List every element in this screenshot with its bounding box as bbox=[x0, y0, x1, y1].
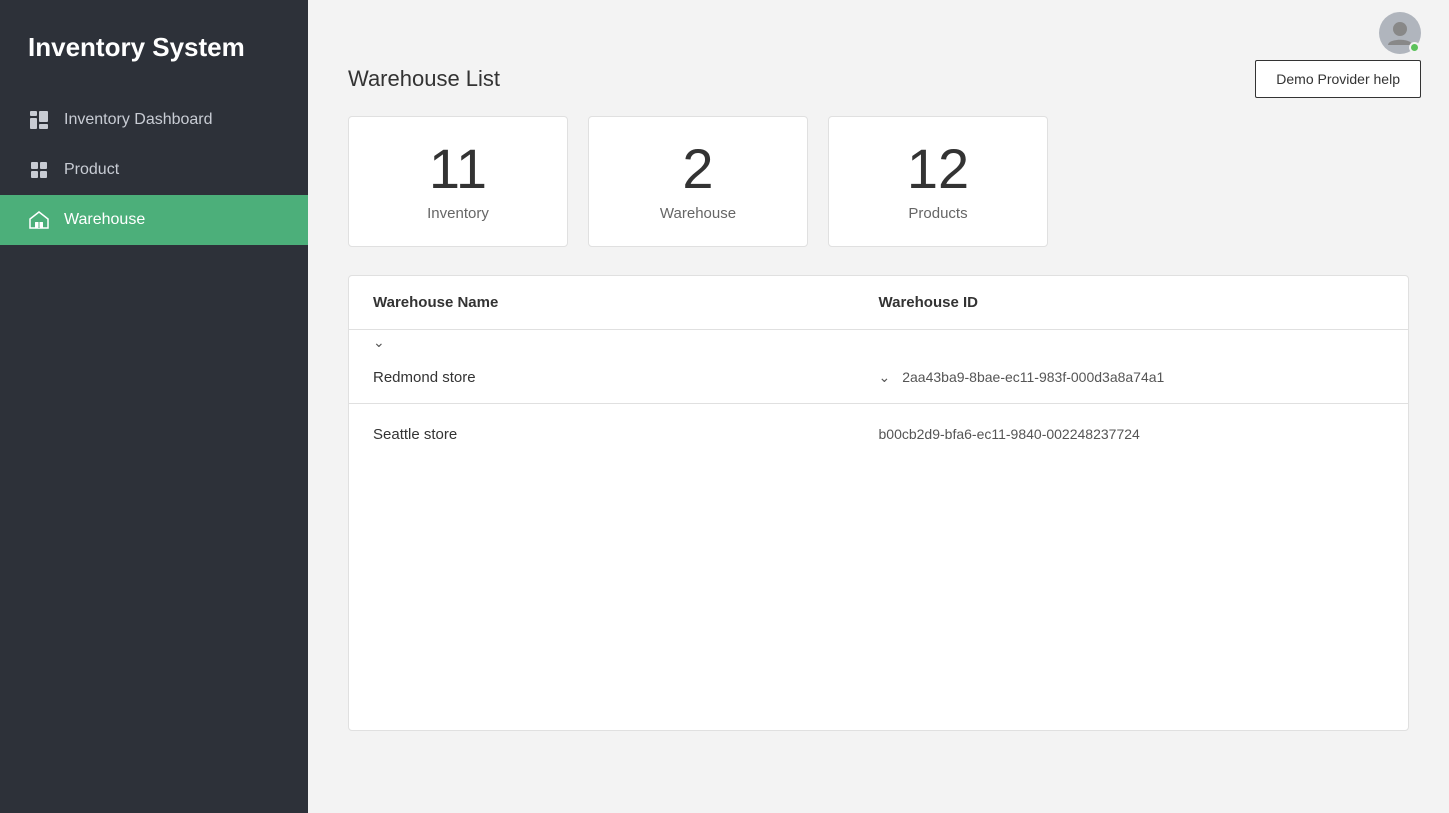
table-header: Warehouse Name Warehouse ID bbox=[349, 276, 1408, 330]
warehouse-id-2: b00cb2d9-bfa6-ec11-9840-002248237724 bbox=[879, 426, 1385, 442]
sidebar-item-label-warehouse: Warehouse bbox=[64, 211, 145, 229]
stat-card-products: 12 Products bbox=[828, 116, 1048, 247]
warehouse-name-2: Seattle store bbox=[373, 426, 879, 443]
topbar bbox=[308, 0, 1449, 66]
col-header-name: Warehouse Name bbox=[373, 294, 879, 311]
sort-arrow-id-icon: ⌄ bbox=[879, 369, 891, 386]
warehouse-row-2[interactable]: Seattle store b00cb2d9-bfa6-ec11-9840-00… bbox=[349, 404, 1408, 464]
sidebar-item-warehouse[interactable]: Warehouse bbox=[0, 195, 308, 245]
avatar[interactable] bbox=[1379, 12, 1421, 54]
sidebar-item-label-product: Product bbox=[64, 161, 119, 179]
table-body: ⌄ Redmond store ⌄ 2aa43ba9-8bae-ec11-983… bbox=[349, 330, 1408, 730]
sidebar-item-label-dashboard: Inventory Dashboard bbox=[64, 111, 213, 129]
warehouse-name-1: Redmond store bbox=[373, 369, 879, 386]
dashboard-icon bbox=[28, 109, 50, 131]
sort-arrow-name-icon: ⌄ bbox=[373, 334, 385, 351]
sort-indicator-name: ⌄ bbox=[349, 330, 1408, 351]
avatar-online-dot bbox=[1409, 42, 1420, 53]
page-title: Warehouse List bbox=[348, 66, 1409, 92]
sidebar: Inventory System Inventory Dashboard bbox=[0, 0, 308, 813]
product-icon bbox=[28, 159, 50, 181]
sidebar-item-inventory-dashboard[interactable]: Inventory Dashboard bbox=[0, 95, 308, 145]
table-row-group-1: ⌄ Redmond store ⌄ 2aa43ba9-8bae-ec11-983… bbox=[349, 330, 1408, 404]
products-label: Products bbox=[908, 205, 967, 222]
app-title: Inventory System bbox=[0, 0, 308, 95]
warehouse-id-1: 2aa43ba9-8bae-ec11-983f-000d3a8a74a1 bbox=[902, 369, 1384, 385]
warehouse-row-1[interactable]: Redmond store ⌄ 2aa43ba9-8bae-ec11-983f-… bbox=[349, 351, 1408, 403]
stats-row: 11 Inventory 2 Warehouse 12 Products bbox=[348, 116, 1409, 247]
demo-provider-help-button[interactable]: Demo Provider help bbox=[1255, 60, 1421, 98]
warehouse-label: Warehouse bbox=[660, 205, 736, 222]
main-content: Warehouse List Demo Provider help 11 Inv… bbox=[308, 0, 1449, 813]
inventory-count: 11 bbox=[429, 141, 487, 197]
stat-card-inventory: 11 Inventory bbox=[348, 116, 568, 247]
stat-card-warehouse: 2 Warehouse bbox=[588, 116, 808, 247]
sidebar-item-product[interactable]: Product bbox=[0, 145, 308, 195]
warehouse-table: Warehouse Name Warehouse ID ⌄ Redmond st… bbox=[348, 275, 1409, 731]
col-header-id: Warehouse ID bbox=[879, 294, 1385, 311]
page-content: Warehouse List Demo Provider help 11 Inv… bbox=[308, 66, 1449, 771]
warehouse-count: 2 bbox=[682, 141, 713, 197]
sidebar-nav: Inventory Dashboard Product bbox=[0, 95, 308, 245]
products-count: 12 bbox=[907, 141, 969, 197]
inventory-label: Inventory bbox=[427, 205, 489, 222]
warehouse-icon bbox=[28, 209, 50, 231]
